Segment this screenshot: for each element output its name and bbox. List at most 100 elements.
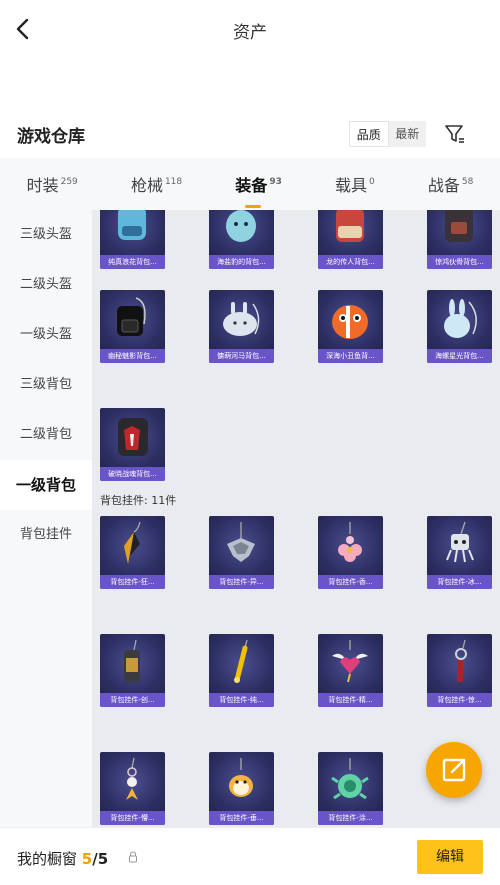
item-name: 背包挂件-冰... <box>427 575 492 589</box>
pendant-group-label: 背包挂件: 11件 <box>100 494 177 507</box>
tab-equipment[interactable]: 装备 93 <box>229 172 288 208</box>
tab-fashion[interactable]: 时装 259 <box>21 172 84 196</box>
warehouse-header: 游戏仓库 品质 最新 <box>0 112 500 158</box>
pendant-icon <box>332 640 368 683</box>
backpack-icon <box>332 305 368 339</box>
item-name: 背包挂件-懵... <box>100 811 165 825</box>
item-card[interactable]: 背包挂件-懵... <box>100 752 165 825</box>
pendant-icon <box>124 639 140 682</box>
item-card[interactable]: 背包挂件-香... <box>318 516 383 589</box>
item-name: 背包挂件-精... <box>318 693 383 707</box>
tab-label: 载具 <box>335 176 368 195</box>
item-name: 破晓战魂背包... <box>100 467 165 481</box>
pendant-icon <box>338 522 362 562</box>
sidebar-item-pendant[interactable]: 背包挂件 <box>0 510 92 560</box>
tab-battle-gear[interactable]: 战备 58 <box>422 172 479 196</box>
item-card[interactable]: 背包挂件-纯... <box>209 634 274 707</box>
item-card[interactable]: 慵萌河马背包... <box>209 290 274 363</box>
item-name: 龙的传人背包... <box>318 255 383 269</box>
item-card[interactable]: 背包挂件-精... <box>318 634 383 707</box>
item-name: 惊鸿伙骨背包... <box>427 255 492 269</box>
sidebar-item-helmet-1[interactable]: 一级头盔 <box>0 310 92 360</box>
tab-label: 装备 <box>235 176 268 195</box>
sort-quality-button[interactable]: 品质 <box>349 121 389 147</box>
sidebar-item-backpack-3[interactable]: 三级背包 <box>0 360 92 410</box>
item-name: 海螺星光背包... <box>427 349 492 363</box>
category-tabs: 时装 259 枪械 118 装备 93 载具 0 战备 58 <box>0 158 500 210</box>
showcase-label: 我的橱窗 5/5 <box>17 848 108 869</box>
item-name: 深海小丑鱼背... <box>318 349 383 363</box>
sidebar-item-backpack-1[interactable]: 一级背包 <box>0 460 92 510</box>
filter-icon[interactable] <box>444 123 466 145</box>
item-card[interactable]: 幽秘魅影背包... <box>100 290 165 363</box>
backpack-icon <box>444 299 477 338</box>
item-card[interactable]: 背包挂件-创... <box>100 634 165 707</box>
showcase-count-max: 5 <box>97 850 109 868</box>
item-card[interactable]: 背包挂件-垂... <box>209 752 274 825</box>
sort-toggle: 品质 最新 <box>349 121 426 147</box>
backpack-icon <box>118 418 148 456</box>
pendant-icon <box>455 639 467 682</box>
tab-count: 259 <box>60 177 78 187</box>
item-name: 背包挂件-涂... <box>318 811 383 825</box>
lock-icon <box>129 851 137 863</box>
tab-vehicles[interactable]: 载具 0 <box>329 172 381 196</box>
item-name: 幽秘魅影背包... <box>100 349 165 363</box>
sort-latest-button[interactable]: 最新 <box>389 121 427 147</box>
item-name: 背包挂件-狂... <box>100 575 165 589</box>
item-card[interactable]: 背包挂件-狂... <box>100 516 165 589</box>
item-card[interactable]: 惊鸿伙骨背包... <box>427 210 492 269</box>
backpack-icon <box>118 210 146 240</box>
pendant-icon <box>227 522 255 562</box>
showcase-title: 我的橱窗 <box>17 850 78 868</box>
tab-label: 时装 <box>26 176 59 195</box>
bottom-bar: 我的橱窗 5/5 编辑 <box>0 827 500 885</box>
pendant-icon <box>229 758 253 797</box>
tab-count: 0 <box>369 177 375 187</box>
item-card[interactable]: 海盐豹的背包... <box>209 210 274 269</box>
item-name: 背包挂件-异... <box>209 575 274 589</box>
pendant-icon <box>446 521 474 563</box>
item-card[interactable]: 破晓战魂背包... <box>100 408 165 481</box>
item-name: 背包挂件-垂... <box>209 811 274 825</box>
pendant-icon <box>234 639 248 683</box>
pendant-icon <box>124 521 141 564</box>
share-fab-button[interactable] <box>426 742 482 798</box>
page-title: 资产 <box>233 23 267 43</box>
item-name: 背包挂件-纯... <box>209 693 274 707</box>
sidebar: 三级头盔 二级头盔 一级头盔 三级背包 二级背包 一级背包 背包挂件 <box>0 210 92 827</box>
item-name: 海盐豹的背包... <box>209 255 274 269</box>
item-card[interactable]: 海螺星光背包... <box>427 290 492 363</box>
tab-label: 枪械 <box>130 176 163 195</box>
item-grid: 纯真浪花背包... 海盐豹的背包... 龙的传人背包... 惊鸿伙骨背包... … <box>92 210 500 827</box>
edit-button[interactable]: 编辑 <box>417 840 483 874</box>
showcase-count-current: 5 <box>81 850 93 868</box>
item-name: 背包挂件-香... <box>318 575 383 589</box>
item-card[interactable]: 背包挂件-异... <box>209 516 274 589</box>
backpack-icon <box>226 210 256 242</box>
pendant-icon <box>331 758 369 800</box>
backpack-icon <box>336 210 364 242</box>
item-card[interactable]: 纯真浪花背包... <box>100 210 165 269</box>
backpack-icon <box>223 302 260 336</box>
tab-count: 118 <box>164 177 183 187</box>
item-name: 背包挂件-惊... <box>427 693 492 707</box>
item-name: 纯真浪花背包... <box>100 255 165 269</box>
item-name: 背包挂件-创... <box>100 693 165 707</box>
sidebar-item-helmet-3[interactable]: 三级头盔 <box>0 210 92 260</box>
tab-count: 58 <box>461 177 474 187</box>
tab-count: 93 <box>269 177 282 187</box>
share-icon <box>442 758 466 782</box>
item-card[interactable]: 深海小丑鱼背... <box>318 290 383 363</box>
tab-label: 战备 <box>427 176 460 195</box>
item-card[interactable]: 背包挂件-冰... <box>427 516 492 589</box>
sidebar-item-helmet-2[interactable]: 二级头盔 <box>0 260 92 310</box>
item-card[interactable]: 龙的传人背包... <box>318 210 383 269</box>
section-title: 游戏仓库 <box>17 127 85 147</box>
backpack-icon <box>117 297 146 336</box>
backpack-icon <box>445 210 473 242</box>
item-card[interactable]: 背包挂件-惊... <box>427 634 492 707</box>
sidebar-item-backpack-2[interactable]: 二级背包 <box>0 410 92 460</box>
tab-firearms[interactable]: 枪械 118 <box>125 172 188 196</box>
item-card[interactable]: 背包挂件-涂... <box>318 752 383 825</box>
